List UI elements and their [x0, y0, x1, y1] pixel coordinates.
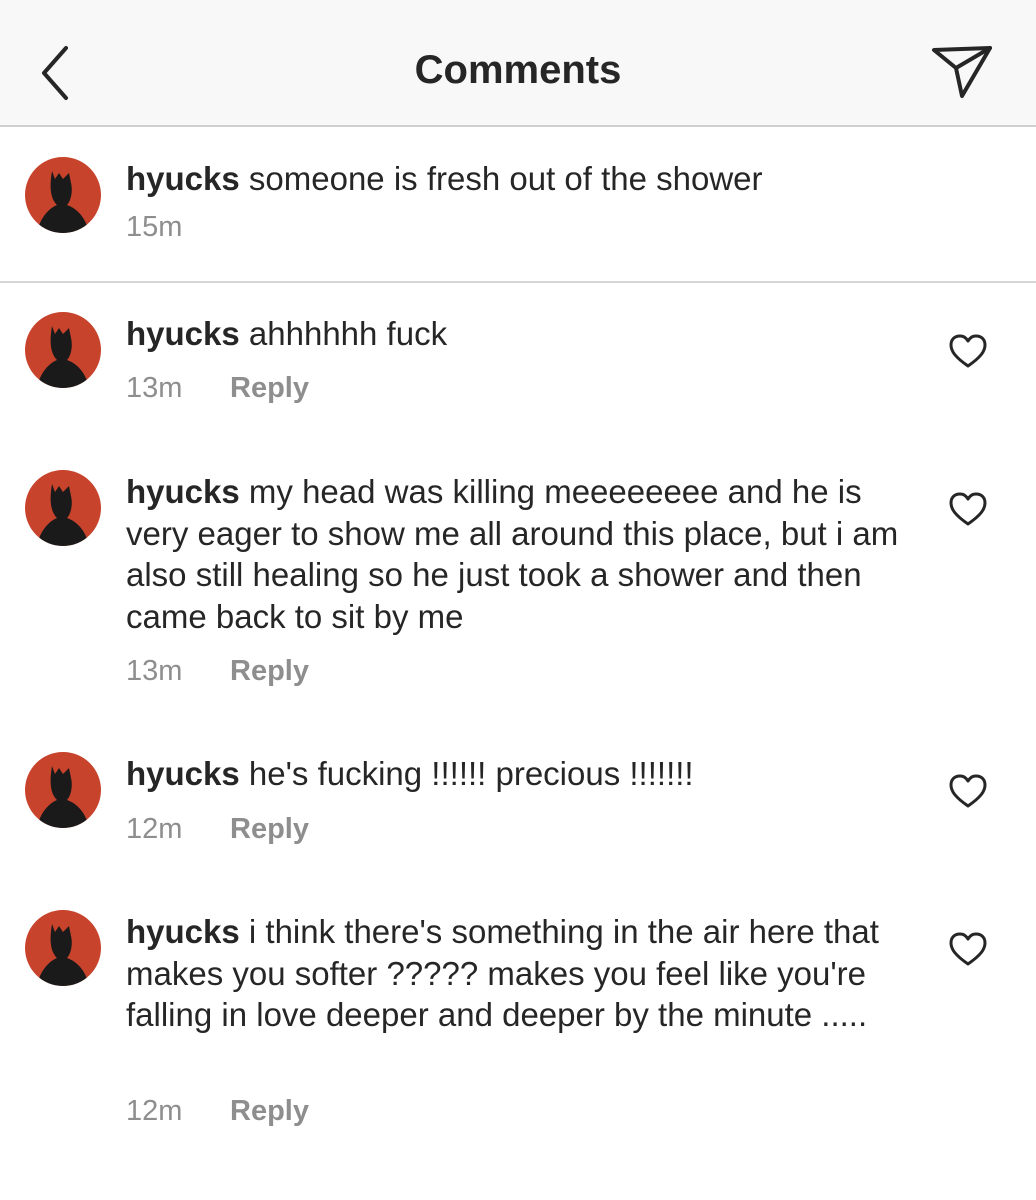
avatar[interactable] [25, 470, 101, 546]
reply-button[interactable]: Reply [230, 813, 309, 846]
avatar[interactable] [25, 312, 101, 388]
comment-text-block: hyucks ahhhhhh fuck [126, 313, 916, 355]
post-caption: hyucks someone is fresh out of the showe… [0, 127, 1036, 283]
heart-icon[interactable] [947, 930, 989, 968]
username[interactable]: hyucks [126, 315, 240, 352]
comments-header: Comments [0, 0, 1036, 127]
comment-text: my head was killing meeeeeeee and he is … [126, 473, 908, 635]
user-silhouette-icon [37, 766, 89, 828]
comment-meta: 13m Reply [126, 651, 309, 691]
username[interactable]: hyucks [126, 913, 240, 950]
comment-text: ahhhhhh fuck [248, 315, 448, 352]
comment-text-block: hyucks my head was killing meeeeeeee and… [126, 471, 916, 637]
page-title: Comments [414, 48, 622, 92]
timestamp: 15m [126, 210, 183, 243]
paper-plane-icon [932, 46, 992, 98]
user-silhouette-icon [37, 326, 89, 388]
heart-icon[interactable] [947, 490, 989, 528]
timestamp: 12m [126, 1094, 183, 1127]
avatar[interactable] [25, 157, 101, 233]
heart-icon[interactable] [947, 772, 989, 810]
comment-text: he's fucking !!!!!! precious !!!!!!! [248, 755, 694, 792]
comment-text-block: hyucks he's fucking !!!!!! precious !!!!… [126, 753, 916, 795]
reply-button[interactable]: Reply [230, 1095, 309, 1128]
username[interactable]: hyucks [126, 755, 240, 792]
comment-meta: 13m Reply [126, 368, 309, 408]
reply-button[interactable]: Reply [230, 655, 309, 688]
avatar[interactable] [25, 752, 101, 828]
user-silhouette-icon [37, 171, 89, 233]
user-silhouette-icon [37, 924, 89, 986]
comment-text: i think there's something in the air her… [126, 913, 889, 1033]
username[interactable]: hyucks [126, 473, 240, 510]
timestamp: 13m [126, 371, 183, 404]
caption-meta: 15m [126, 207, 230, 247]
reply-button[interactable]: Reply [230, 372, 309, 405]
username[interactable]: hyucks [126, 160, 240, 197]
user-silhouette-icon [37, 484, 89, 546]
timestamp: 13m [126, 654, 183, 687]
comment-meta: 12m Reply [126, 809, 309, 849]
avatar[interactable] [25, 910, 101, 986]
comment-meta: 12m Reply [126, 1091, 309, 1131]
comment-text-block: hyucks i think there's something in the … [126, 911, 916, 1036]
timestamp: 12m [126, 812, 183, 845]
caption-text: someone is fresh out of the shower [248, 160, 763, 197]
share-button[interactable] [928, 38, 998, 104]
caption-text-block: hyucks someone is fresh out of the showe… [126, 158, 916, 200]
heart-icon[interactable] [947, 332, 989, 370]
